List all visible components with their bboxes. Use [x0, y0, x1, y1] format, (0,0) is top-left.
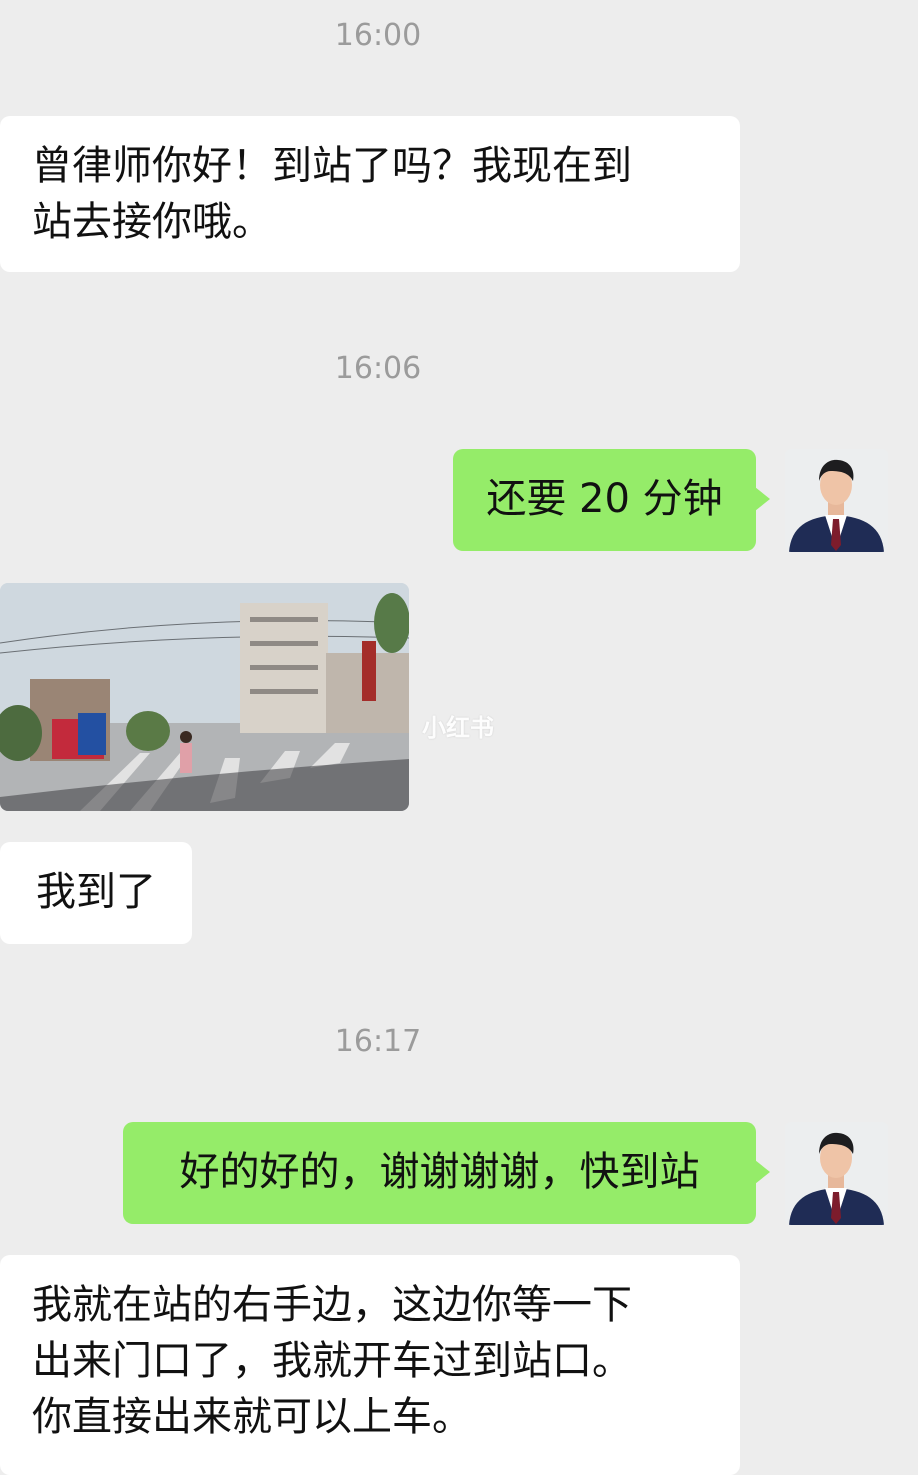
message-text-line: 曾律师你好！到站了吗？我现在到: [32, 143, 632, 189]
timestamp: 16:00: [334, 18, 422, 53]
user-avatar-icon: [785, 1122, 888, 1225]
message-text-line: 站去接你哦。: [32, 199, 272, 245]
message-text-line: 我就在站的右手边，这边你等一下: [32, 1282, 632, 1328]
avatar[interactable]: [785, 1122, 888, 1225]
incoming-message-bubble[interactable]: 曾律师你好！到站了吗？我现在到 站去接你哦。: [0, 116, 740, 272]
timestamp: 16:17: [334, 1024, 422, 1059]
outgoing-message-bubble[interactable]: 好的好的，谢谢谢谢，快到站: [123, 1122, 770, 1224]
message-text: 还要 20 分钟: [486, 476, 723, 522]
avatar[interactable]: [785, 449, 888, 552]
message-text: 我到了: [36, 869, 156, 915]
incoming-message-bubble[interactable]: 我就在站的右手边，这边你等一下 出来门口了，我就开车过到站口。 你直接出来就可以…: [0, 1255, 740, 1475]
message-text: 好的好的，谢谢谢谢，快到站: [179, 1149, 700, 1195]
street-photo-image[interactable]: [0, 583, 409, 811]
watermark-logo: 小红书: [422, 714, 494, 742]
incoming-message-bubble[interactable]: 我到了: [0, 842, 192, 944]
message-text-line: 出来门口了，我就开车过到站口。: [32, 1338, 632, 1384]
street-photo-icon: [0, 583, 409, 811]
timestamp: 16:06: [334, 351, 422, 386]
outgoing-message-bubble[interactable]: 还要 20 分钟: [453, 449, 770, 551]
user-avatar-icon: [785, 449, 888, 552]
message-text-line: 你直接出来就可以上车。: [32, 1394, 472, 1440]
